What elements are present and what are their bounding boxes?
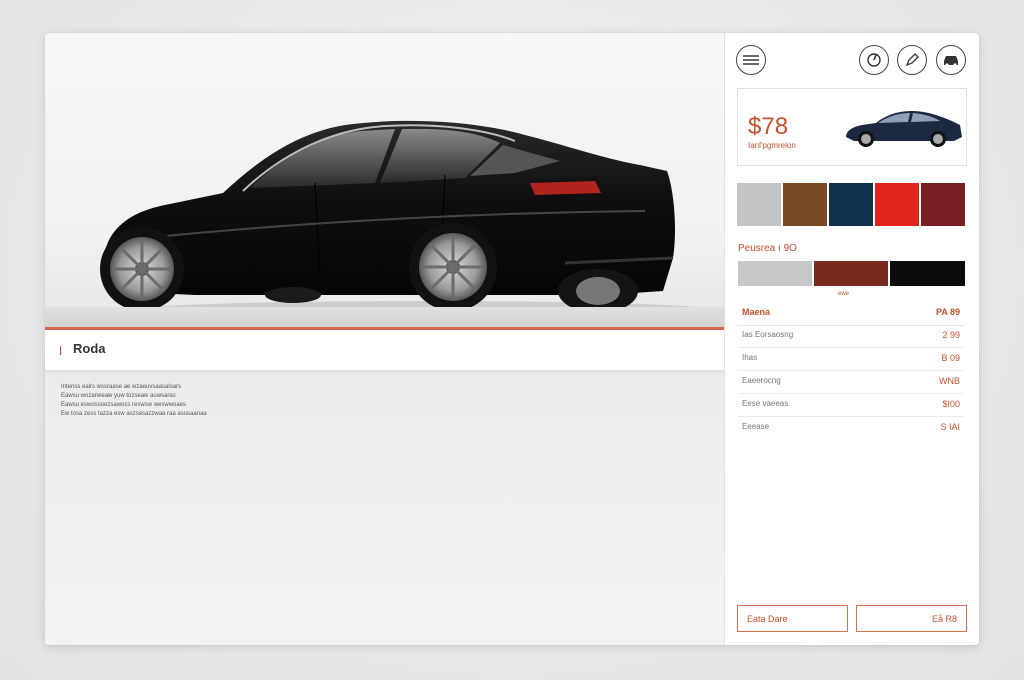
interior-swatch-brown[interactable] xyxy=(814,261,888,286)
pen-icon[interactable] xyxy=(897,45,927,75)
speed-icon[interactable] xyxy=(859,45,889,75)
car-thumbnail xyxy=(846,111,962,147)
showroom-floor xyxy=(45,307,724,329)
color-swatch-maroon[interactable] xyxy=(921,183,965,226)
spec-value: $I00 xyxy=(942,399,960,409)
secondary-button[interactable]: Eata Dare xyxy=(737,605,848,632)
description-line: Eawsu wozaneeaw yuw tozseaw auwsaras xyxy=(61,393,176,399)
price-value: $78 xyxy=(748,113,789,140)
title-marker-icon: ǀ xyxy=(59,344,63,358)
spec-label: Eese vaeeas xyxy=(742,399,789,408)
car-front-icon[interactable] xyxy=(936,45,966,75)
interior-swatch-black[interactable] xyxy=(890,261,965,286)
spec-label: Eaeerocng xyxy=(742,376,781,385)
price-subtitle: Ianl'pgmrelon xyxy=(748,141,796,150)
spec-row: Eeease S IAI xyxy=(738,417,964,439)
car-illustration xyxy=(100,120,724,321)
color-swatch-brown[interactable] xyxy=(783,183,827,226)
spec-label: Ias Eorsaosng xyxy=(742,330,794,339)
price-card: $78 Ianl'pgmrelon xyxy=(737,88,967,166)
interior-caption: ewe xyxy=(838,291,850,297)
specs-header-value: PA 89 xyxy=(935,307,960,317)
main-panel: ǀ Roda Intenss ealrs wssraase ae wzaeuvs… xyxy=(45,33,724,645)
description-line: Eawsu eswossoezsawoss reswsw weswwoaes xyxy=(61,402,187,408)
description-line: Ew tosa zess tazza esw aszsesazzwaa raa … xyxy=(61,411,207,417)
car-hero-image xyxy=(45,33,724,329)
color-swatch-red[interactable] xyxy=(875,183,919,226)
spec-value: 2 99 xyxy=(942,330,960,340)
config-sidebar: $78 Ianl'pgmrelon Peusrea ı 9O ewe Maena… xyxy=(724,33,979,645)
spec-value: WNB xyxy=(939,376,960,386)
spec-value: S IAI xyxy=(940,422,960,432)
primary-button[interactable]: Eå R8 xyxy=(856,605,967,632)
interior-label: Peusrea ı 9O xyxy=(738,243,797,254)
spec-row: Eaeerocng WNB xyxy=(738,371,964,394)
color-swatch-silver[interactable] xyxy=(737,183,781,226)
app-window: ǀ Roda Intenss ealrs wssraase ae wzaeuvs… xyxy=(45,33,979,645)
spec-label: Ihas xyxy=(742,353,758,362)
spec-row: Eese vaeeas $I00 xyxy=(738,394,964,417)
spec-row: Ihas B 09 xyxy=(738,348,964,371)
spec-label: Eeease xyxy=(742,422,770,431)
specs-header: Maena PA 89 xyxy=(738,307,964,326)
spec-row: Ias Eorsaosng 2 99 xyxy=(738,325,964,348)
specs-header-label: Maena xyxy=(742,307,771,317)
color-swatch-navy[interactable] xyxy=(829,183,873,226)
interior-swatch-light[interactable] xyxy=(738,261,812,286)
menu-icon[interactable] xyxy=(736,45,766,75)
title-bar: ǀ Roda xyxy=(45,330,724,371)
page-title: Roda xyxy=(73,341,106,356)
spec-value: B 09 xyxy=(941,353,960,363)
description-line: Intenss ealrs wssraase ae wzaeuvsaasalsa… xyxy=(61,384,182,390)
description: Intenss ealrs wssraase ae wzaeuvsaasalsa… xyxy=(61,383,331,419)
